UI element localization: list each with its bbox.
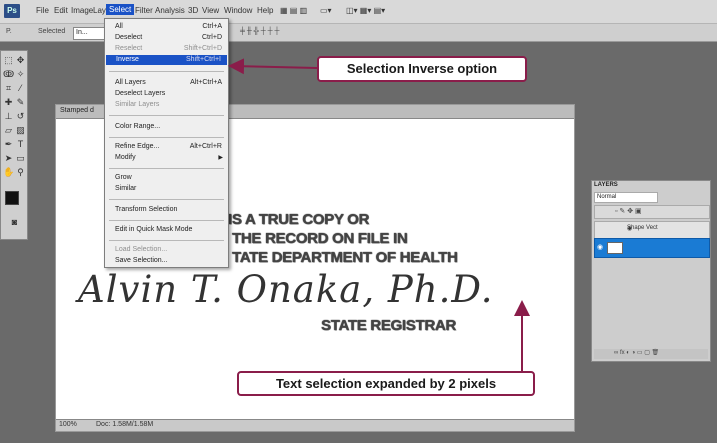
screen-mode-icon[interactable]: ▭▾	[320, 6, 332, 15]
tool-preset[interactable]: P.	[6, 28, 12, 35]
menu-divider	[109, 199, 224, 200]
brush-tool-icon[interactable]: ✎	[15, 97, 26, 108]
menu-select[interactable]: Select	[106, 4, 135, 15]
shortcut-refine-edge: Alt+Ctrl+R	[189, 143, 222, 150]
layers-panel-footer: ∞ fx ◐ ◑ ▭ ▢ 🗑	[594, 349, 708, 359]
blend-mode-select[interactable]: Normal	[594, 192, 658, 203]
menu-item-inverse[interactable]: Inverse Shift+Ctrl+I	[106, 55, 227, 65]
magic-wand-icon[interactable]: ✧	[15, 69, 26, 80]
menu-file[interactable]: File	[36, 6, 49, 15]
pen-tool-icon[interactable]: ✒	[3, 139, 14, 150]
certificate-line-2: THE RECORD ON FILE IN	[232, 230, 408, 247]
doc-size-info[interactable]: Doc: 1.58M/1.58M	[96, 421, 153, 428]
menu-divider	[109, 220, 224, 221]
selection-label: Selected	[38, 28, 66, 35]
document-status-bar: 100% Doc: 1.58M/1.58M	[56, 419, 574, 431]
menu-item-all-layers[interactable]: All Layers	[115, 79, 146, 86]
menu-3d[interactable]: 3D	[188, 6, 198, 15]
select-menu-dropdown: All Ctrl+A Deselect Ctrl+D Reselect Shif…	[104, 18, 229, 268]
certificate-line-3: TATE DEPARTMENT OF HEALTH	[232, 249, 458, 266]
menu-item-deselect[interactable]: Deselect	[115, 34, 142, 41]
type-tool-icon[interactable]: T	[15, 139, 26, 150]
layers-panel: LAYERS Normal ▫ ✎ ✥ ▣ ◉ Shape Vect ◉ ∞ f…	[591, 180, 711, 362]
shape-tool-icon[interactable]: ▭	[15, 153, 26, 164]
menu-view[interactable]: View	[202, 6, 219, 15]
layer-lock-row: ▫ ✎ ✥ ▣	[594, 205, 710, 219]
registrar-text: STATE REGISTRAR	[321, 317, 456, 334]
crop-tool-icon[interactable]: ⌗	[3, 83, 14, 94]
tools-panel: ⬚ ✥ ↂ ✧ ⌗ ⁄ ✚ ✎ ⊥ ↺ ▱ ▨ ✒ T ➤ ▭ ✋ ⚲ ◙	[0, 50, 28, 240]
eye-icon[interactable]: ◉	[597, 243, 603, 251]
menu-item-refine-edge[interactable]: Refine Edge...	[115, 143, 159, 150]
layers-tab[interactable]: LAYERS	[594, 182, 618, 188]
menu-item-quick-mask[interactable]: Edit in Quick Mask Mode	[115, 226, 192, 233]
menu-item-modify[interactable]: Modify	[115, 154, 136, 161]
shape-layer-name: Shape Vect	[627, 225, 658, 231]
zoom-level-icon[interactable]: ◫▾ ▦▾ ▤▾	[346, 6, 385, 15]
eraser-tool-icon[interactable]: ▱	[3, 125, 14, 136]
shortcut-inverse: Shift+Ctrl+I	[185, 56, 221, 63]
shortcut-all: Ctrl+A	[202, 23, 222, 30]
menu-item-transform-selection[interactable]: Transform Selection	[115, 206, 177, 213]
callout-text-expanded: Text selection expanded by 2 pixels	[237, 371, 535, 396]
shortcut-all-layers: Alt+Ctrl+A	[190, 79, 222, 86]
menu-item-save-selection[interactable]: Save Selection...	[115, 257, 168, 264]
foreground-color-swatch[interactable]	[5, 191, 19, 205]
zoom-tool-icon[interactable]: ⚲	[15, 167, 26, 178]
menu-item-inverse-label: Inverse	[116, 56, 139, 63]
shortcut-deselect: Ctrl+D	[201, 34, 222, 41]
quick-mask-icon[interactable]: ◙	[9, 217, 20, 228]
layer-row-selected[interactable]: ◉	[594, 238, 710, 258]
stamp-tool-icon[interactable]: ⊥	[3, 111, 14, 122]
lock-icons[interactable]: ▫ ✎ ✥ ▣	[615, 207, 642, 215]
layer-thumbnail	[607, 242, 623, 254]
menu-item-deselect-layers[interactable]: Deselect Layers	[115, 90, 165, 97]
menu-item-load-selection[interactable]: Load Selection...	[115, 246, 167, 253]
menu-divider	[109, 115, 224, 116]
menu-divider	[109, 137, 224, 138]
menu-item-reselect[interactable]: Reselect	[115, 45, 142, 52]
arrow-to-inverse	[228, 58, 318, 75]
menu-divider	[109, 240, 224, 241]
document-title: Stamped d	[60, 107, 94, 114]
path-selection-icon[interactable]: ➤	[3, 153, 14, 164]
certificate-line-1: IS A TRUE COPY OR	[228, 211, 370, 228]
menu-help[interactable]: Help	[257, 6, 273, 15]
menu-item-all[interactable]: All	[115, 23, 123, 30]
callout-inverse-option: Selection Inverse option	[317, 56, 527, 82]
menu-item-similar-layers[interactable]: Similar Layers	[115, 101, 159, 108]
menu-item-color-range[interactable]: Color Range...	[115, 123, 160, 130]
menu-edit[interactable]: Edit	[54, 6, 68, 15]
gradient-tool-icon[interactable]: ▨	[15, 125, 26, 136]
move-tool-icon[interactable]: ✥	[15, 55, 26, 66]
menu-divider	[109, 168, 224, 169]
menu-window[interactable]: Window	[224, 6, 252, 15]
menu-divider	[109, 71, 224, 72]
align-icons[interactable]: ╪ ╫ ╬ ┼ ┼ ┼	[240, 28, 279, 35]
menu-item-grow[interactable]: Grow	[115, 174, 132, 181]
eyedropper-icon[interactable]: ⁄	[15, 83, 26, 94]
grid-icon[interactable]: ▦ ▤ ▥	[280, 6, 307, 15]
layer-actions-icons[interactable]: ∞ fx ◐ ◑ ▭ ▢ 🗑	[614, 349, 659, 356]
menu-analysis[interactable]: Analysis	[155, 6, 185, 15]
menu-filter[interactable]: Filter	[135, 6, 153, 15]
marquee-tool-icon[interactable]: ⬚	[3, 55, 14, 66]
layer-row-shape[interactable]: ◉ Shape Vect	[594, 221, 710, 239]
submenu-arrow-icon: ▶	[218, 155, 223, 161]
history-brush-icon[interactable]: ↺	[15, 111, 26, 122]
menu-image[interactable]: Image	[71, 6, 93, 15]
zoom-level[interactable]: 100%	[59, 421, 77, 428]
hand-tool-icon[interactable]: ✋	[3, 167, 14, 178]
healing-brush-icon[interactable]: ✚	[3, 97, 14, 108]
photoshop-logo-icon: Ps	[4, 4, 20, 18]
shortcut-reselect: Shift+Ctrl+D	[183, 45, 222, 52]
lasso-tool-icon[interactable]: ↂ	[3, 69, 14, 80]
menu-item-similar[interactable]: Similar	[115, 185, 136, 192]
signature-text: Alvin T. Onaka, Ph.D.	[78, 268, 494, 311]
